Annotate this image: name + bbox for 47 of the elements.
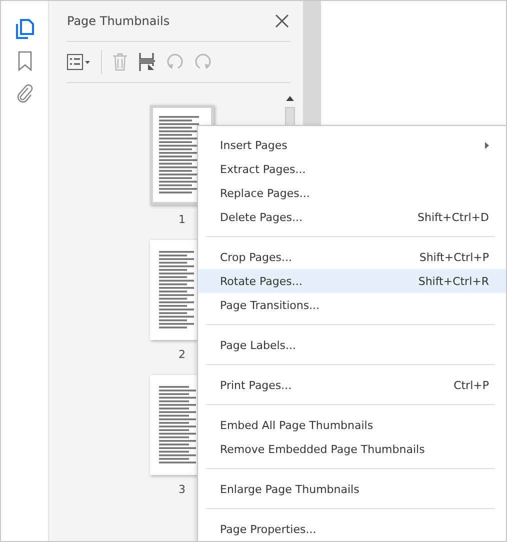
menu-item[interactable]: Remove Embedded Page Thumbnails — [198, 437, 506, 461]
menu-item-label: Remove Embedded Page Thumbnails — [220, 442, 425, 456]
toolbar-button[interactable] — [138, 52, 156, 72]
menu-item[interactable]: Extract Pages... — [198, 157, 506, 181]
menu-item-label: Embed All Page Thumbnails — [220, 418, 374, 432]
menu-item[interactable]: Insert Pages — [198, 133, 506, 157]
shortcut-text: Shift+Ctrl+D — [418, 210, 489, 224]
menu-item[interactable]: Page Transitions... — [198, 293, 506, 317]
menu-item-label: Page Labels... — [220, 338, 296, 352]
menu-item-label: Extract Pages... — [220, 162, 306, 176]
bookmark-icon — [18, 51, 32, 71]
page-number: 3 — [178, 483, 186, 496]
toolbar-button[interactable] — [67, 54, 91, 70]
menu-item[interactable]: Embed All Page Thumbnails — [198, 413, 506, 437]
menu-item-label: Insert Pages — [220, 138, 288, 152]
rotate-right-icon — [194, 53, 212, 71]
close-button[interactable] — [273, 12, 291, 30]
shortcut-text: Shift+Ctrl+R — [418, 274, 489, 288]
rotate-left-icon — [166, 53, 184, 71]
menu-item[interactable]: Rotate Pages... Shift+Ctrl+R — [198, 269, 506, 293]
menu-item[interactable]: Print Pages... Ctrl+P — [198, 373, 506, 397]
scroll-up-icon[interactable] — [286, 95, 294, 101]
options-icon — [67, 54, 91, 70]
menu-item[interactable]: Enlarge Page Thumbnails — [198, 477, 506, 501]
menu-item-label: Crop Pages... — [220, 250, 292, 264]
menu-item-label: Print Pages... — [220, 378, 292, 392]
menu-item[interactable]: Page Properties... — [198, 517, 506, 541]
menu-item-label: Delete Pages... — [220, 210, 302, 224]
menu-item[interactable]: Replace Pages... — [198, 181, 506, 205]
menu-item-label: Enlarge Page Thumbnails — [220, 482, 360, 496]
shortcut-text: Shift+Ctrl+P — [419, 250, 489, 264]
paperclip-icon — [16, 83, 32, 103]
menu-item-label: Page Properties... — [220, 522, 316, 536]
page-split-icon — [138, 52, 156, 72]
page-number: 1 — [178, 213, 186, 226]
pages-icon — [16, 19, 34, 39]
close-icon — [275, 14, 289, 28]
shortcut-text: Ctrl+P — [454, 378, 489, 392]
page-number: 2 — [178, 348, 186, 361]
trash-icon — [112, 53, 128, 71]
menu-item-label: Replace Pages... — [220, 186, 310, 200]
menu-item[interactable]: Delete Pages... Shift+Ctrl+D — [198, 205, 506, 229]
menu-item[interactable]: Page Labels... — [198, 333, 506, 357]
menu-item[interactable]: Crop Pages... Shift+Ctrl+P — [198, 245, 506, 269]
menu-item-label: Page Transitions... — [220, 298, 320, 312]
menu-item-label: Rotate Pages... — [220, 274, 302, 288]
panel-title: Page Thumbnails — [67, 14, 170, 28]
